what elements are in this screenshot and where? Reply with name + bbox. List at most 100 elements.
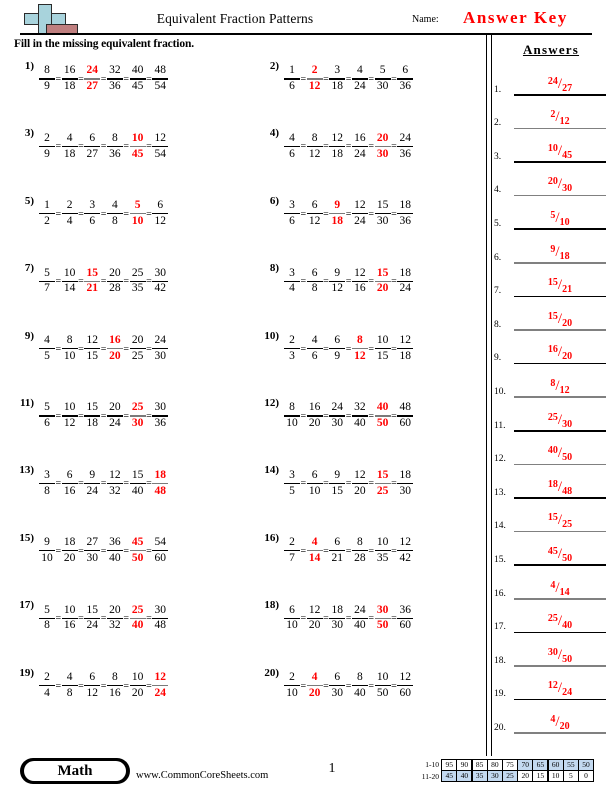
- numerator: 18: [399, 199, 411, 212]
- fraction-answer-filled[interactable]: 40 50: [374, 401, 391, 429]
- equals-sign: =: [100, 208, 107, 220]
- answer-index: 5.: [494, 218, 502, 229]
- problem-number: 10): [264, 329, 279, 342]
- denominator: 30: [331, 417, 344, 430]
- denominator: 54: [154, 147, 166, 160]
- numerator: 3: [89, 199, 96, 212]
- equals-sign: =: [368, 74, 375, 85]
- equals-sign: =: [323, 411, 329, 422]
- fraction-given: 24: [61, 200, 78, 227]
- fraction-chain: 5 8 = 10 16 = 15 24 = 20 32 = 25 40 = 30 48: [39, 595, 169, 641]
- answer-row: 14. 15/25: [492, 499, 612, 533]
- answer-slash: /: [555, 209, 560, 226]
- answer-slash: /: [555, 109, 560, 126]
- fraction-answer-filled[interactable]: 4 14: [306, 537, 323, 564]
- fraction-answer-filled[interactable]: 15 25: [374, 469, 391, 497]
- fraction-answer-filled[interactable]: 15 20: [374, 267, 391, 295]
- equals-sign: =: [55, 343, 62, 355]
- fraction-answer-filled[interactable]: 16 20: [106, 334, 123, 362]
- fraction-given: 29: [39, 132, 55, 160]
- answer-value: 15/20: [514, 311, 606, 329]
- fraction-answer-filled[interactable]: 12 24: [152, 671, 169, 699]
- fraction-chain: 6 10 = 12 20 = 18 30 = 24 40 = 30 50 = 36 60: [284, 595, 414, 641]
- fraction-answer-filled[interactable]: 18 48: [152, 469, 169, 497]
- fraction-given: 15 30: [374, 200, 391, 227]
- fraction-answer-filled[interactable]: 30 50: [374, 604, 391, 632]
- answer-row: 13. 18/48: [492, 465, 612, 499]
- numerator: 8: [112, 670, 118, 683]
- numerator: 6: [311, 468, 318, 481]
- fraction-answer-filled[interactable]: 45 50: [129, 537, 146, 564]
- fraction-answer-filled[interactable]: 24 27: [84, 65, 101, 92]
- fraction-bar: [284, 482, 300, 485]
- fraction-chain: 5 6 = 10 12 = 15 18 = 20 24 = 25 30 = 30 36: [39, 393, 169, 439]
- fraction-answer-filled[interactable]: 20 30: [374, 132, 391, 160]
- numerator: 5: [379, 64, 386, 77]
- answer-numerator: 45: [547, 545, 558, 557]
- fraction-given: 16 20: [306, 402, 323, 429]
- fraction-answer-filled[interactable]: 5 10: [129, 200, 146, 227]
- fraction-bar: [306, 145, 323, 148]
- denominator: 36: [399, 147, 411, 160]
- fraction-given: 48: [61, 671, 78, 699]
- fraction-chain: 8 10 = 16 20 = 24 30 = 32 40 = 40 50 = 48 60: [284, 393, 414, 439]
- answer-value: 10/45: [514, 142, 606, 161]
- answer-row: 6. 9/18: [492, 230, 612, 264]
- equals-sign: =: [368, 208, 375, 220]
- fraction-answer-filled[interactable]: 25 40: [129, 604, 146, 632]
- fraction-answer-filled[interactable]: 4 20: [306, 671, 323, 699]
- answer-numerator: 30: [547, 646, 558, 658]
- problem-number: 8): [269, 262, 279, 275]
- equals-sign: =: [123, 208, 130, 220]
- denominator: 30: [376, 147, 389, 160]
- answer-write-line[interactable]: [514, 732, 606, 734]
- answer-numerator: 24: [547, 75, 558, 87]
- denominator: 8: [44, 484, 50, 497]
- fraction-answer-filled[interactable]: 25 30: [129, 402, 146, 429]
- denominator: 7: [289, 551, 295, 564]
- denominator: 32: [109, 484, 121, 497]
- answer-numerator: 10: [547, 142, 558, 154]
- fraction-given: 24 40: [351, 604, 368, 632]
- numerator: 10: [63, 603, 76, 616]
- equals-sign: =: [300, 680, 307, 692]
- numerator: 6: [334, 333, 341, 346]
- fraction-given: 20 32: [106, 604, 123, 632]
- equals-sign: =: [100, 545, 107, 557]
- numerator: 20: [131, 333, 144, 346]
- answers-heading: Answers: [522, 42, 580, 57]
- numerator: 3: [334, 64, 341, 77]
- fraction-given: 9 12: [329, 267, 346, 295]
- answer-numerator: 12: [547, 680, 558, 692]
- numerator: 18: [63, 536, 76, 549]
- fraction-answer-filled[interactable]: 10 45: [129, 132, 146, 160]
- denominator: 18: [63, 80, 76, 93]
- denominator: 25: [376, 484, 389, 497]
- fraction-given: 24 30: [152, 334, 169, 362]
- answer-denominator: 18: [559, 250, 570, 262]
- fraction-given: 12 24: [351, 200, 368, 227]
- numerator: 30: [154, 603, 166, 616]
- equals-sign: =: [123, 411, 130, 422]
- fraction-answer-filled[interactable]: 15 21: [84, 267, 101, 295]
- denominator: 24: [354, 214, 366, 227]
- answer-row: 5. 5/10: [492, 196, 612, 230]
- fraction-answer-filled[interactable]: 9 18: [329, 200, 346, 227]
- fraction-answer-filled[interactable]: 2 12: [306, 65, 323, 92]
- fraction-bar: [106, 482, 123, 485]
- fraction-answer-filled[interactable]: 8 12: [351, 334, 368, 362]
- equals-sign: =: [345, 141, 352, 153]
- numerator: 1: [44, 199, 50, 212]
- answer-numerator: 5: [550, 209, 556, 221]
- answer-value: 45/50: [514, 545, 606, 564]
- denominator: 20: [109, 349, 121, 362]
- equals-sign: =: [323, 613, 329, 625]
- answer-denominator: 20: [562, 317, 573, 329]
- numerator: 40: [376, 401, 389, 414]
- fraction-given: 46: [284, 132, 300, 160]
- numerator: 36: [109, 536, 121, 549]
- equals-sign: =: [345, 74, 352, 85]
- equals-sign: =: [55, 613, 62, 625]
- fraction-given: 8 28: [351, 537, 368, 564]
- answer-index: 15.: [494, 554, 506, 565]
